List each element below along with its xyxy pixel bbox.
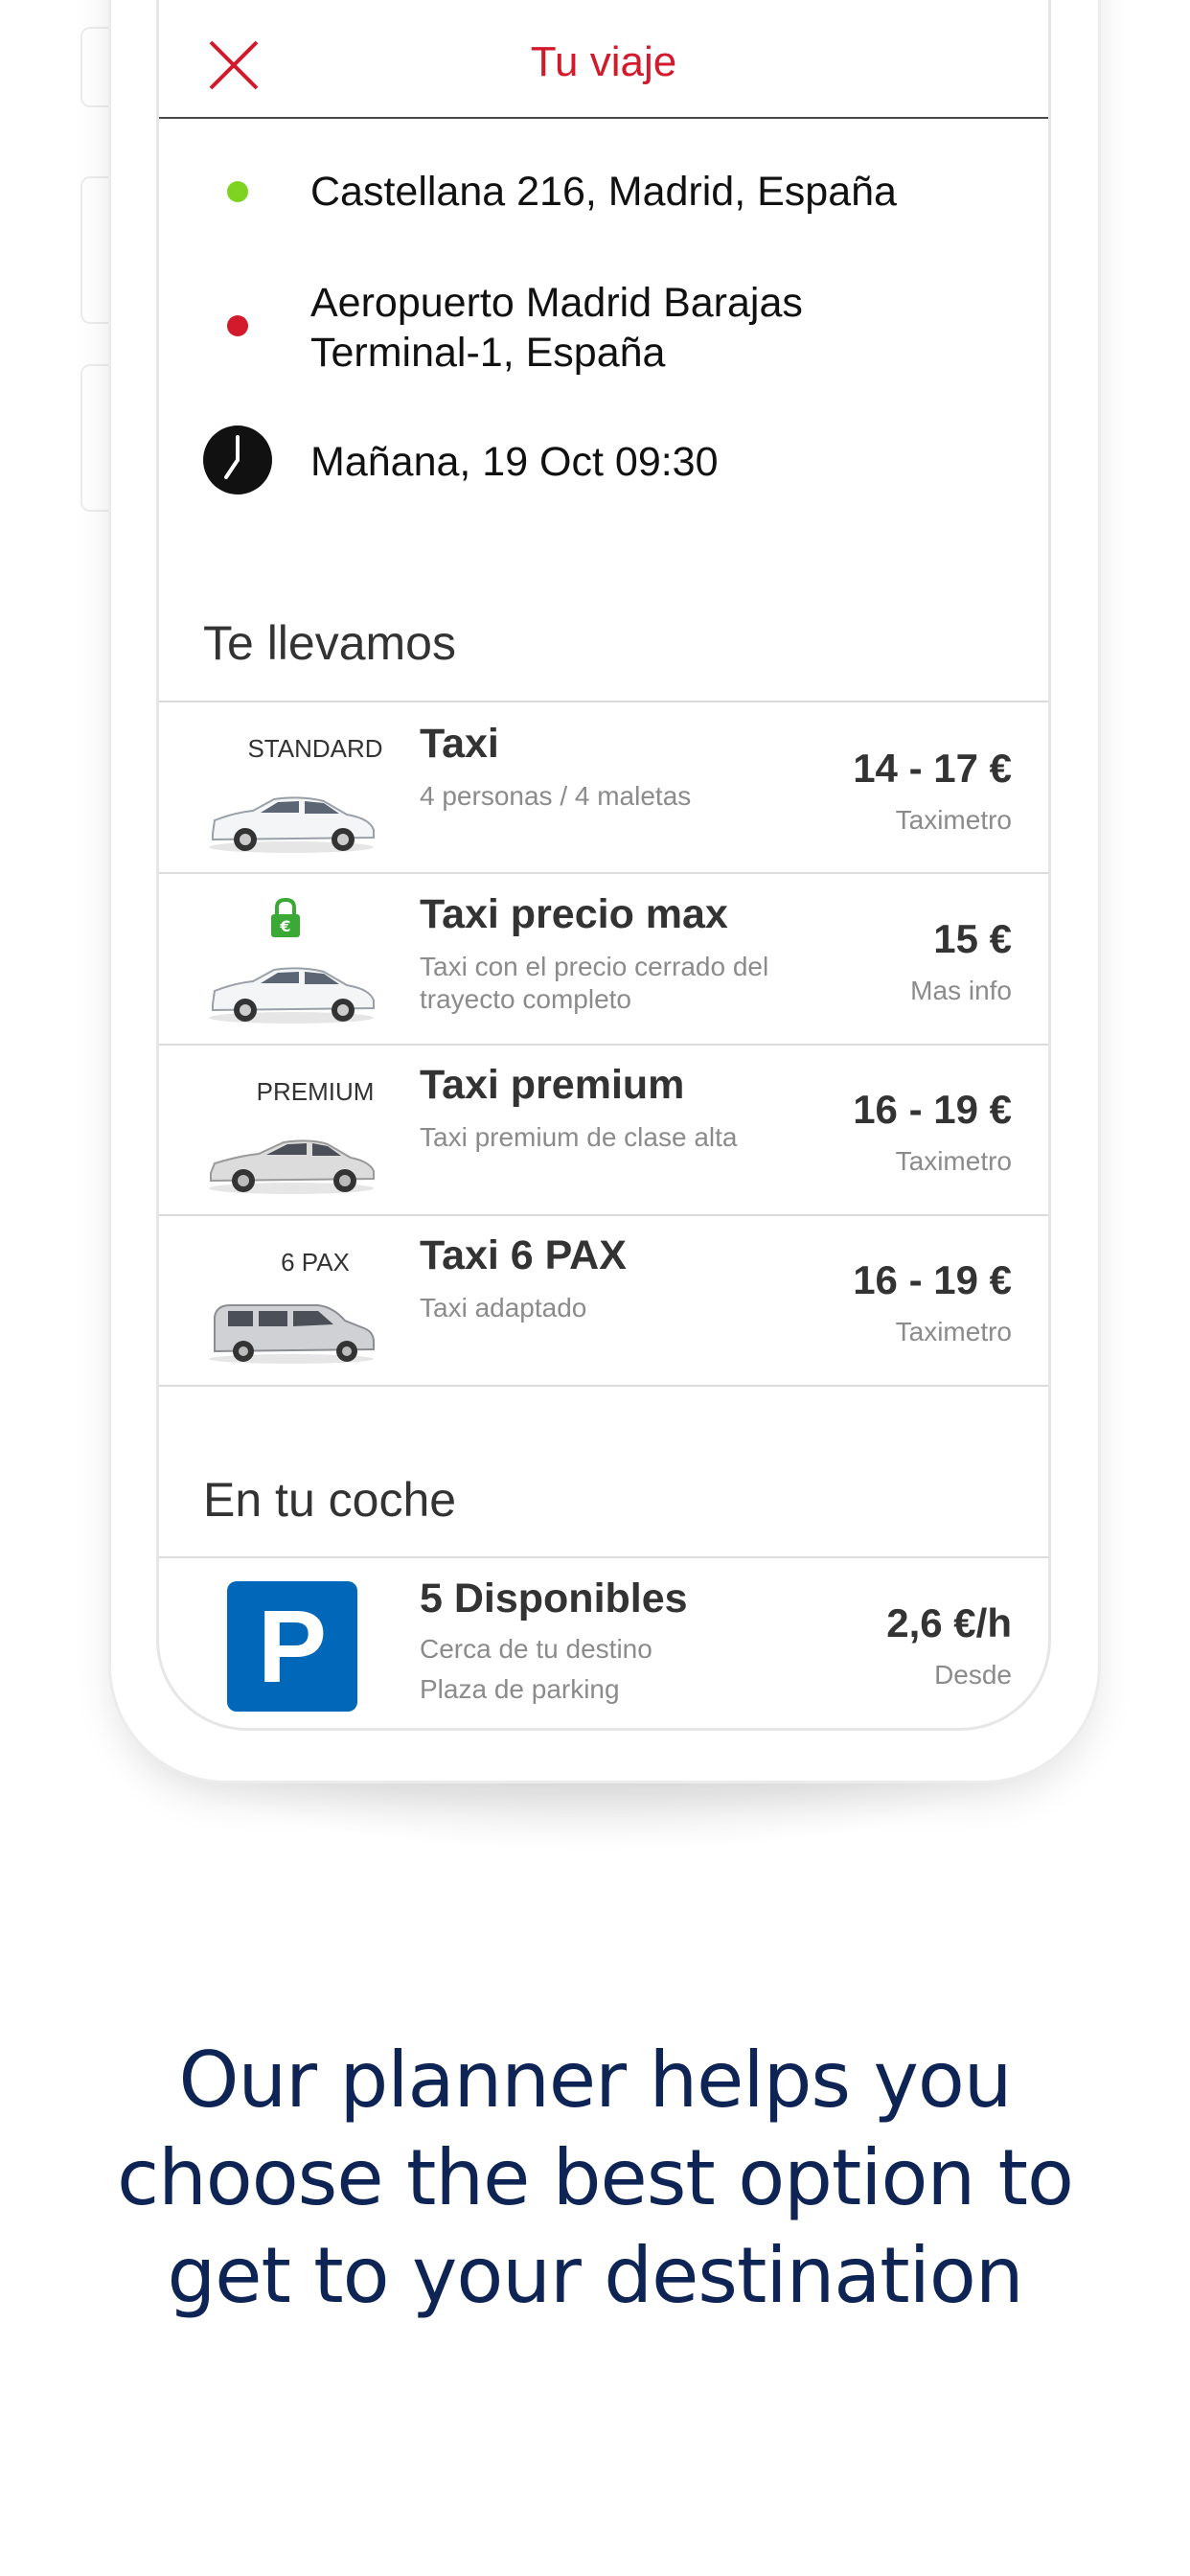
option-title: Taxi precio max <box>420 891 728 937</box>
option-title: Taxi <box>420 721 499 767</box>
option-subtitle: Taxi adaptado <box>420 1293 587 1322</box>
option-title: Taxi 6 PAX <box>420 1232 627 1278</box>
destination-address-line2[interactable]: Terminal-1, España <box>310 328 665 378</box>
lock-euro-icon: € <box>271 897 300 937</box>
option-price-note: Taximetro <box>895 1146 1012 1176</box>
parking-subtitle-line1: Cerca de tu destino <box>420 1634 652 1664</box>
tagline-line-1: Our planner helps you <box>178 2036 1013 2125</box>
parking-title: 5 Disponibles <box>420 1576 688 1622</box>
option-price-note: Taximetro <box>895 805 1012 835</box>
sedan-car-icon <box>209 1139 375 1194</box>
option-price: 16 - 19 € <box>853 1257 1012 1302</box>
option-subtitle: 4 personas / 4 maletas <box>420 781 692 811</box>
option-badge: 6 PAX <box>281 1248 350 1276</box>
divider <box>159 1556 1048 1558</box>
option-price: 15 € <box>933 916 1012 961</box>
option-price: 14 - 17 € <box>853 746 1012 791</box>
origin-dot-icon <box>227 181 248 202</box>
parking-price: 2,6 €/h <box>886 1600 1012 1645</box>
divider <box>159 701 1048 702</box>
divider <box>159 1214 1048 1216</box>
section-title-en-tu-coche: En tu coche <box>203 1473 457 1527</box>
trip-datetime[interactable]: Mañana, 19 Oct 09:30 <box>310 437 719 487</box>
svg-text:€: € <box>279 917 290 935</box>
clock-icon <box>203 426 272 494</box>
parking-icon: P <box>227 1581 357 1712</box>
taxi-car-icon <box>209 796 375 853</box>
destination-address-line1[interactable]: Aeropuerto Madrid Barajas <box>310 278 803 328</box>
destination-dot-icon <box>227 315 248 336</box>
option-title: Taxi premium <box>420 1062 685 1108</box>
phone-side-button-volume-up <box>82 178 113 322</box>
phone-side-button-mute <box>82 29 113 105</box>
option-badge: PREMIUM <box>256 1077 375 1106</box>
app-screen: Tu viaje Castellana 216, Madrid, España … <box>159 0 1048 1728</box>
parking-price-note: Desde <box>934 1660 1012 1690</box>
page-title: Tu viaje <box>530 38 677 85</box>
option-price-note[interactable]: Mas info <box>910 976 1012 1006</box>
tagline-line-3: get to your destination <box>167 2231 1023 2320</box>
option-subtitle: Taxi con el precio cerrado del <box>420 952 769 981</box>
divider <box>159 1385 1048 1387</box>
tagline-line-2: choose the best option to <box>117 2133 1074 2222</box>
option-price-note: Taximetro <box>895 1317 1012 1346</box>
section-title-te-llevamos: Te llevamos <box>203 616 456 670</box>
option-price: 16 - 19 € <box>853 1087 1012 1132</box>
marketing-tagline: Our planner helps you choose the best op… <box>38 2032 1152 2325</box>
divider <box>159 1044 1048 1046</box>
parking-subtitle-line2: Plaza de parking <box>420 1674 620 1704</box>
option-badge: STANDARD <box>247 734 383 763</box>
option-subtitle: Taxi premium de clase alta <box>420 1122 738 1152</box>
phone-side-button-volume-down <box>82 366 113 510</box>
van-icon <box>209 1304 375 1364</box>
option-subtitle-line2: trayecto completo <box>420 984 631 1014</box>
taxi-car-icon <box>209 967 375 1024</box>
divider <box>159 872 1048 874</box>
origin-address[interactable]: Castellana 216, Madrid, España <box>310 167 897 217</box>
header-divider <box>159 117 1048 119</box>
